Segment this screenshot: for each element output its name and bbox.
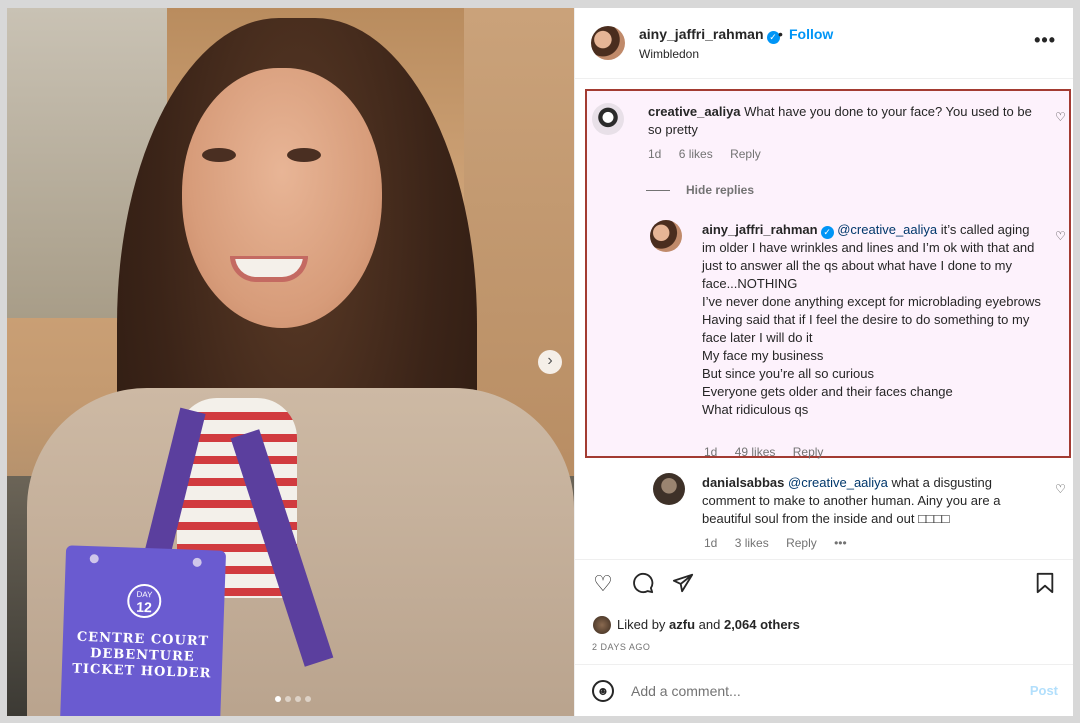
liker-username[interactable]: azfu (669, 617, 695, 632)
badge-hole (89, 554, 99, 564)
commenter-avatar[interactable] (653, 473, 685, 505)
badge-day-circle: DAY 12 (126, 583, 162, 619)
share-paper-plane-icon[interactable] (671, 572, 695, 596)
comment-time: 1d (648, 147, 662, 161)
reply-likes[interactable]: 3 likes (735, 536, 769, 550)
reply-line: I’ve never done anything except for micr… (702, 294, 1041, 309)
reply-body: ainy_jaffri_rahman ✓ @creative_aaliya it’… (702, 221, 1042, 419)
reply-author-avatar[interactable] (650, 220, 682, 252)
reply-button[interactable]: Reply (730, 147, 761, 161)
likes-prefix: Liked by (617, 617, 670, 632)
follow-button[interactable]: Follow (789, 26, 833, 42)
add-comment-bar: ☻ Post (575, 664, 1073, 716)
carousel-next-button[interactable]: › (538, 350, 562, 374)
comment-input[interactable] (631, 678, 1011, 704)
reply-line: But since you’re all so curious (702, 366, 874, 381)
author-avatar[interactable] (591, 26, 625, 60)
reply-meta: 1d 49 likes Reply (704, 445, 837, 459)
carousel-dot (305, 696, 311, 702)
hide-replies-button[interactable]: Hide replies (646, 183, 754, 197)
reply-line: Having said that if I feel the desire to… (702, 312, 1030, 345)
post-header: ainy_jaffri_rahman ✓ • Follow Wimbledon •… (575, 8, 1073, 79)
reply-likes[interactable]: 49 likes (735, 445, 776, 459)
page-backdrop: DAY 12 CENTRE COURT DEBENTURE TICKET HOL… (0, 0, 1080, 723)
verified-badge-icon: ✓ (820, 226, 834, 239)
author-username[interactable]: ainy_jaffri_rahman (639, 26, 764, 42)
reply-time: 1d (704, 536, 718, 550)
more-options-icon[interactable]: ••• (1034, 30, 1056, 51)
liker-avatar[interactable] (593, 616, 611, 634)
post-image: DAY 12 CENTRE COURT DEBENTURE TICKET HOL… (7, 8, 574, 716)
comment-likes[interactable]: 6 likes (679, 147, 713, 161)
right-eye (287, 148, 321, 162)
post-modal: DAY 12 CENTRE COURT DEBENTURE TICKET HOL… (7, 8, 1073, 716)
likes-summary: Liked by azfu and 2,064 others (593, 616, 800, 634)
post-comment-button[interactable]: Post (1030, 683, 1058, 698)
post-actions: ♡ (575, 559, 1073, 609)
badge-hole (192, 557, 202, 567)
post-sidebar: ainy_jaffri_rahman ✓ • Follow Wimbledon •… (574, 8, 1073, 716)
reply-username[interactable]: ainy_jaffri_rahman (702, 222, 818, 237)
reply-line: What ridiculous qs (702, 402, 809, 417)
comment-body: creative_aaliya What have you done to yo… (648, 103, 1038, 139)
emoji-icon[interactable]: ☻ (592, 680, 614, 702)
save-bookmark-icon[interactable] (1033, 572, 1057, 596)
reply-button[interactable]: Reply (793, 445, 824, 459)
comments-list: creative_aaliya What have you done to yo… (575, 80, 1073, 558)
carousel-dot (285, 696, 291, 702)
author-username-row: ainy_jaffri_rahman ✓ (639, 26, 780, 44)
more-options-icon[interactable]: ••• (834, 536, 847, 550)
header-separator: • (778, 26, 783, 42)
carousel-dot (295, 696, 301, 702)
post-location[interactable]: Wimbledon (639, 47, 699, 61)
heart-icon[interactable]: ♡ (1055, 111, 1067, 123)
like-heart-icon[interactable]: ♡ (591, 572, 615, 596)
likes-middle: and (695, 617, 724, 632)
left-eye (202, 148, 236, 162)
face-shape (182, 68, 382, 328)
post-date: 2 DAYS AGO (592, 642, 651, 652)
reply-body: danialsabbas @creative_aaliya what a dis… (702, 474, 1042, 528)
comment-bubble-icon[interactable] (631, 572, 655, 596)
comment-username[interactable]: creative_aaliya (648, 104, 741, 119)
reply-line: Everyone gets older and their faces chan… (702, 384, 953, 399)
reply-button[interactable]: Reply (786, 536, 817, 550)
ticket-holder-badge: DAY 12 CENTRE COURT DEBENTURE TICKET HOL… (59, 545, 227, 716)
badge-title: CENTRE COURT DEBENTURE TICKET HOLDER (62, 629, 224, 683)
reply-line: My face my business (702, 348, 824, 363)
carousel-dot (275, 696, 281, 702)
reply-meta: 1d 3 likes Reply ••• (704, 536, 861, 550)
reply-mention[interactable]: @creative_aaliya (837, 222, 937, 237)
carousel-dots (275, 696, 311, 702)
reply-username[interactable]: danialsabbas (702, 475, 784, 490)
commenter-avatar[interactable] (592, 103, 624, 135)
comment-meta: 1d 6 likes Reply (648, 147, 775, 161)
heart-icon[interactable]: ♡ (1055, 230, 1067, 242)
reply-time: 1d (704, 445, 718, 459)
likes-others-link[interactable]: 2,064 others (724, 617, 800, 632)
reply-mention[interactable]: @creative_aaliya (788, 475, 888, 490)
chevron-right-icon: › (547, 352, 553, 369)
badge-day-number: 12 (136, 598, 153, 616)
heart-icon[interactable]: ♡ (1055, 483, 1067, 495)
